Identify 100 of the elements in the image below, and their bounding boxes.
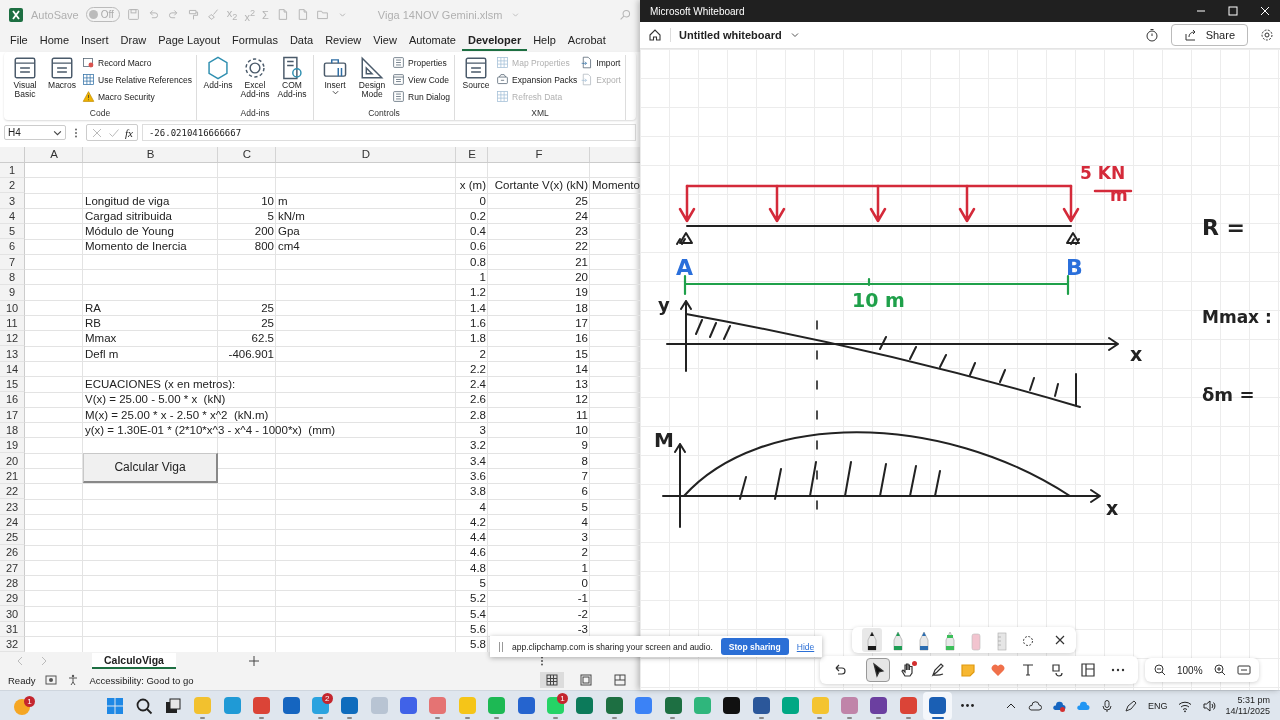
menu-tab[interactable]: View bbox=[367, 30, 403, 51]
row-header[interactable]: 5 bbox=[0, 224, 25, 240]
check-icon[interactable] bbox=[108, 126, 120, 139]
taskbar-button[interactable]: 1 bbox=[540, 691, 571, 720]
window-icon bbox=[392, 73, 405, 87]
column-header[interactable]: D bbox=[361, 148, 371, 161]
zoom-out-icon[interactable] bbox=[1153, 663, 1167, 677]
insert-function-button[interactable]: fx bbox=[125, 126, 133, 139]
view-button[interactable] bbox=[540, 672, 564, 689]
taskbar-button[interactable]: 1 bbox=[0, 694, 100, 717]
menu-tab[interactable]: Acrobat bbox=[561, 30, 612, 51]
accessibility-status[interactable]: Accessibility: Good to go bbox=[89, 674, 194, 686]
add-sheet-icon[interactable] bbox=[247, 655, 260, 668]
menu-tab[interactable]: Data bbox=[283, 30, 320, 51]
column-header[interactable]: F bbox=[535, 148, 543, 161]
column-header[interactable]: E bbox=[468, 148, 476, 161]
cell-text: 2.4 bbox=[470, 378, 486, 392]
cell-text: 1.2 bbox=[470, 286, 486, 300]
cell-text: Mmax bbox=[85, 332, 117, 346]
column-header[interactable]: A bbox=[50, 148, 58, 161]
cell-text: 4.6 bbox=[470, 546, 486, 560]
cloud-icon[interactable] bbox=[1028, 698, 1043, 713]
cell-text: 0.4 bbox=[470, 225, 486, 239]
ribbon-button[interactable]: Use Relative References bbox=[82, 71, 192, 88]
accessibility-icon[interactable] bbox=[67, 674, 80, 687]
ribbon-button[interactable]: Run Dialog bbox=[392, 88, 451, 105]
menu-tab[interactable]: Formulas bbox=[226, 30, 284, 51]
menu-tab[interactable]: Page Layout bbox=[152, 30, 227, 51]
row-header[interactable]: 22 bbox=[0, 484, 25, 500]
cell-text: Defl m bbox=[85, 347, 119, 361]
ribbon-button[interactable]: View Code bbox=[392, 71, 451, 88]
ribbon-button[interactable]: Insert bbox=[318, 54, 352, 108]
row-header[interactable]: 19 bbox=[0, 438, 25, 454]
board-title[interactable]: Untitled whiteboard bbox=[679, 29, 782, 41]
menu-tab[interactable]: Help bbox=[527, 30, 562, 51]
column-header[interactable]: B bbox=[146, 148, 155, 161]
cell-text: RB bbox=[85, 316, 101, 330]
zoom-in-icon[interactable] bbox=[1212, 663, 1227, 677]
ribbon-button[interactable]: Expansion Packs bbox=[496, 71, 578, 88]
menu-tab[interactable]: Review bbox=[319, 30, 368, 51]
ribbon-button[interactable]: COM Add-ins bbox=[275, 54, 309, 108]
row-header[interactable]: 26 bbox=[0, 545, 25, 561]
ribbon-button[interactable]: Properties bbox=[392, 54, 451, 71]
cell-text: RA bbox=[85, 301, 101, 315]
pen-icon[interactable] bbox=[1124, 698, 1139, 713]
macro-button[interactable]: Calcular Viga bbox=[83, 452, 218, 483]
cell-text: 24 bbox=[575, 209, 588, 223]
record-icon[interactable] bbox=[45, 674, 58, 687]
row-header[interactable]: 32 bbox=[0, 637, 25, 653]
maximize-icon[interactable] bbox=[1228, 6, 1238, 16]
ruler-icon bbox=[996, 630, 1008, 652]
ribbon-button[interactable]: Source bbox=[459, 54, 494, 108]
tool-button[interactable] bbox=[866, 658, 890, 682]
ribbon-button[interactable]: Macro Security bbox=[82, 88, 192, 105]
taskbar-button[interactable]: 2 bbox=[305, 691, 336, 720]
row-header[interactable]: 9 bbox=[0, 285, 25, 301]
name-box[interactable]: H4 bbox=[4, 125, 66, 141]
share-button[interactable]: Share bbox=[1170, 24, 1248, 46]
ribbon-button[interactable]: Design Mode bbox=[355, 54, 389, 108]
ribbon-button[interactable]: Add-ins bbox=[201, 54, 235, 108]
cancel-icon[interactable] bbox=[91, 126, 103, 139]
ribbon-button[interactable]: Macros bbox=[45, 54, 79, 108]
sheet-tab[interactable]: CalculoViga bbox=[92, 653, 176, 670]
row-header[interactable]: 2 bbox=[0, 178, 25, 194]
stop-sharing-button[interactable]: Stop sharing bbox=[720, 638, 789, 655]
column-header[interactable]: C bbox=[242, 148, 252, 161]
menu-tab[interactable]: File bbox=[4, 30, 34, 51]
timer-icon[interactable] bbox=[1144, 28, 1159, 42]
row-header[interactable]: 3 bbox=[0, 193, 25, 209]
home-icon[interactable] bbox=[648, 28, 662, 42]
menu-tab[interactable]: Insert bbox=[75, 30, 115, 51]
row-header[interactable]: 23 bbox=[0, 499, 25, 515]
close-icon[interactable] bbox=[1054, 634, 1066, 646]
chevron-down-icon[interactable] bbox=[789, 30, 800, 40]
menu-tab[interactable]: Draw bbox=[114, 30, 153, 51]
menu-tab[interactable]: Automate bbox=[402, 30, 462, 51]
cell-text: 23 bbox=[575, 225, 588, 239]
ribbon-button[interactable]: Visual Basic bbox=[8, 54, 42, 108]
row-header[interactable]: 30 bbox=[0, 606, 25, 622]
drag-handle-icon[interactable] bbox=[498, 640, 504, 653]
row-header[interactable]: 29 bbox=[0, 591, 25, 607]
ribbon-button[interactable]: Import bbox=[580, 54, 621, 71]
cell-text: 1 bbox=[581, 561, 588, 575]
menu-tab[interactable]: Developer bbox=[461, 30, 528, 51]
ribbon-button[interactable]: Record Macro bbox=[82, 54, 192, 71]
clock[interactable]: 5:31 pm 14/11/2025 bbox=[1225, 694, 1270, 717]
hide-link[interactable]: Hide bbox=[796, 641, 815, 652]
row-header[interactable]: 13 bbox=[0, 346, 25, 362]
fit-to-screen-icon[interactable] bbox=[1236, 663, 1251, 677]
volume-icon[interactable] bbox=[1201, 698, 1216, 713]
microphone-icon[interactable] bbox=[1100, 698, 1115, 713]
row-header[interactable]: 12 bbox=[0, 331, 25, 347]
menu-tab[interactable]: Home bbox=[33, 30, 76, 51]
formula-field[interactable]: -26.0210416666667 bbox=[141, 124, 636, 142]
row-header[interactable]: 16 bbox=[0, 392, 25, 408]
row-header[interactable]: 20 bbox=[0, 453, 25, 469]
settings-icon[interactable] bbox=[1260, 28, 1274, 42]
language-indicator[interactable]: ENG bbox=[1148, 700, 1168, 711]
ribbon-button[interactable]: Excel Add-ins bbox=[238, 54, 272, 108]
row-header[interactable]: 6 bbox=[0, 239, 25, 255]
